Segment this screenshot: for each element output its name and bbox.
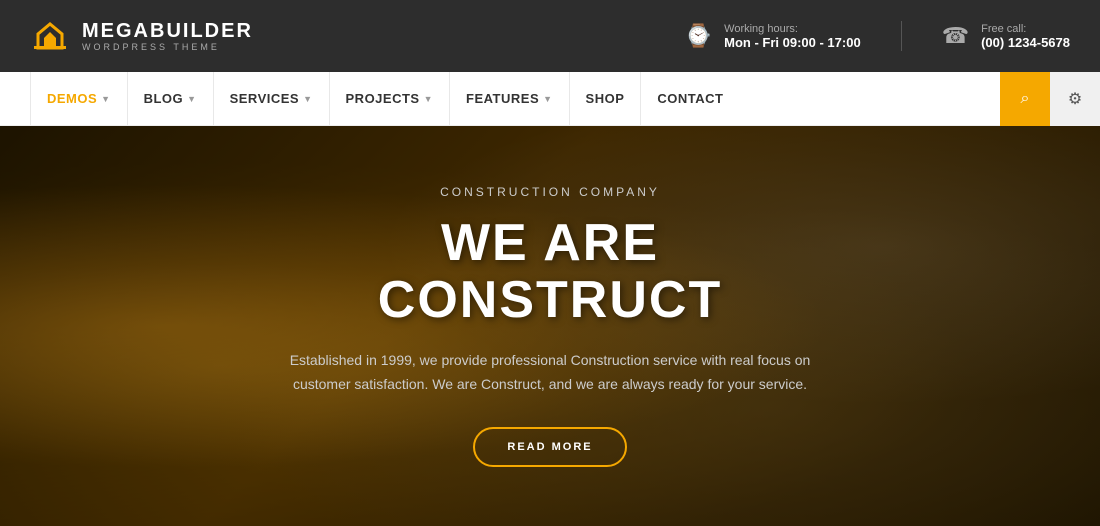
- nav-label-projects: PROJECTS: [346, 91, 420, 106]
- working-hours-text: Working hours: Mon - Fri 09:00 - 17:00: [724, 23, 861, 50]
- free-call-value: (00) 1234-5678: [981, 35, 1070, 50]
- nav-label-shop: SHOP: [586, 91, 625, 106]
- free-call-block: ☎ Free call: (00) 1234-5678: [942, 23, 1070, 50]
- chevron-down-icon: ▼: [101, 94, 110, 104]
- nav-label-services: SERVICES: [230, 91, 300, 106]
- chevron-down-icon: ▼: [543, 94, 552, 104]
- settings-button[interactable]: ⚙: [1050, 72, 1100, 126]
- nav-bar: DEMOS ▼ BLOG ▼ SERVICES ▼ PROJECTS ▼ FEA…: [0, 72, 1100, 126]
- free-call-text: Free call: (00) 1234-5678: [981, 23, 1070, 50]
- top-bar-right: ⌚ Working hours: Mon - Fri 09:00 - 17:00…: [685, 21, 1070, 51]
- nav-item-services[interactable]: SERVICES ▼: [214, 72, 330, 125]
- logo-text: MEGABUILDER WORDPRESS THEME: [82, 20, 253, 52]
- nav-item-demos[interactable]: DEMOS ▼: [30, 72, 128, 125]
- top-bar: MEGABUILDER WORDPRESS THEME ⌚ Working ho…: [0, 0, 1100, 72]
- nav-label-contact: CONTACT: [657, 91, 723, 106]
- logo-icon: [30, 16, 70, 56]
- chevron-down-icon: ▼: [303, 94, 312, 104]
- nav-item-contact[interactable]: CONTACT: [641, 72, 739, 125]
- nav-label-features: FEATURES: [466, 91, 539, 106]
- nav-label-blog: BLOG: [144, 91, 184, 106]
- clock-icon: ⌚: [685, 23, 712, 49]
- hero-title: WE ARE CONSTRUCT: [270, 215, 830, 329]
- nav-links: DEMOS ▼ BLOG ▼ SERVICES ▼ PROJECTS ▼ FEA…: [30, 72, 1000, 125]
- search-icon: ⌕: [1021, 90, 1030, 108]
- divider: [901, 21, 902, 51]
- brand-sub: WORDPRESS THEME: [82, 42, 253, 52]
- chevron-down-icon: ▼: [424, 94, 433, 104]
- working-hours-value: Mon - Fri 09:00 - 17:00: [724, 35, 861, 50]
- nav-item-shop[interactable]: SHOP: [570, 72, 642, 125]
- logo[interactable]: MEGABUILDER WORDPRESS THEME: [30, 16, 253, 56]
- nav-item-features[interactable]: FEATURES ▼: [450, 72, 570, 125]
- nav-item-projects[interactable]: PROJECTS ▼: [330, 72, 451, 125]
- hero-description: Established in 1999, we provide professi…: [270, 349, 830, 397]
- hero-section: CONSTRUCTION COMPANY WE ARE CONSTRUCT Es…: [0, 126, 1100, 526]
- chevron-down-icon: ▼: [187, 94, 196, 104]
- nav-item-blog[interactable]: BLOG ▼: [128, 72, 214, 125]
- gear-icon: ⚙: [1068, 89, 1082, 109]
- working-hours-block: ⌚ Working hours: Mon - Fri 09:00 - 17:00: [685, 23, 861, 50]
- hero-subtitle: CONSTRUCTION COMPANY: [270, 185, 830, 199]
- brand-name: MEGABUILDER: [82, 20, 253, 42]
- phone-icon: ☎: [942, 23, 969, 49]
- working-hours-label: Working hours:: [724, 23, 861, 35]
- hero-content: CONSTRUCTION COMPANY WE ARE CONSTRUCT Es…: [250, 185, 850, 467]
- search-button[interactable]: ⌕: [1000, 72, 1050, 126]
- free-call-label: Free call:: [981, 23, 1070, 35]
- read-more-button[interactable]: READ MORE: [473, 427, 626, 467]
- nav-label-demos: DEMOS: [47, 91, 97, 106]
